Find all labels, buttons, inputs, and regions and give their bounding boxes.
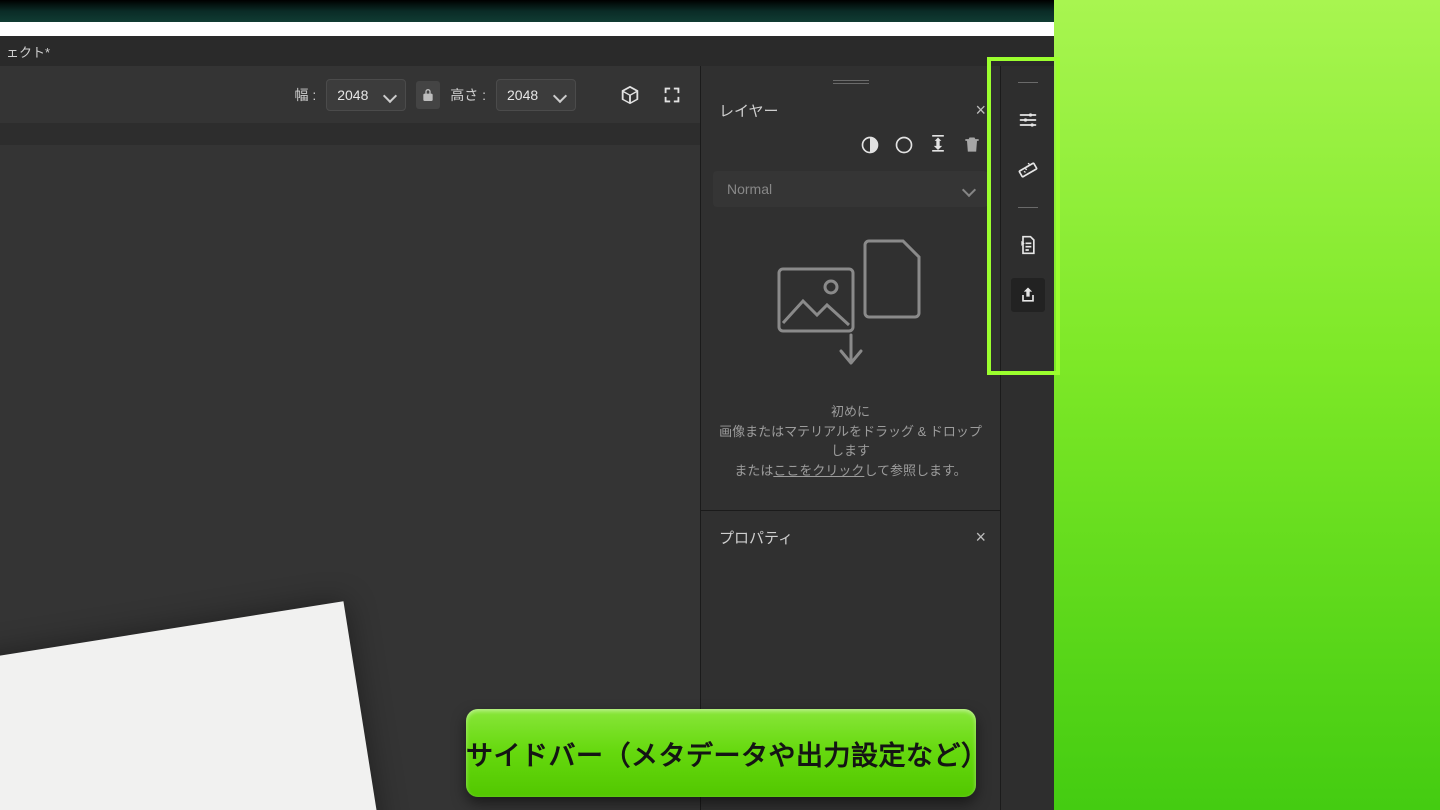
canvas-toolbar: 幅 : 2048 高さ : 2048 xyxy=(0,66,700,123)
width-select[interactable]: 2048 xyxy=(326,79,406,111)
arrow-down-icon xyxy=(836,333,866,374)
height-value: 2048 xyxy=(507,87,538,103)
export-settings-button[interactable] xyxy=(1011,278,1045,312)
window-topstrip xyxy=(0,0,1054,22)
dropzone-browse-link[interactable]: ここをクリック xyxy=(773,463,864,478)
layers-dropzone[interactable]: 初めに 画像またはマテリアルをドラッグ & ドロップします またはここをクリック… xyxy=(701,213,1000,506)
metadata-button[interactable] xyxy=(1011,228,1045,262)
annotation-caption: サイドバー（メタデータや出力設定など） xyxy=(466,709,976,797)
blend-mode-select[interactable]: Normal xyxy=(713,171,988,207)
window-titlebar xyxy=(0,22,1054,36)
blend-mode-value: Normal xyxy=(727,181,772,197)
properties-panel-header: プロパティ × xyxy=(701,511,1000,556)
export-icon[interactable] xyxy=(928,135,948,155)
layer-actions-row xyxy=(701,129,1000,165)
height-label: 高さ : xyxy=(450,85,486,105)
annotation-caption-text: サイドバー（メタデータや出力設定など） xyxy=(466,734,976,773)
dropzone-text: 初めに 画像またはマテリアルをドラッグ & ドロップします またはここをクリック… xyxy=(719,402,982,480)
chevron-down-icon xyxy=(385,90,395,100)
rail-divider xyxy=(1018,207,1038,208)
dropzone-line-1: 初めに xyxy=(719,402,982,422)
app-window: ェクト* 幅 : 2048 高さ : 2048 xyxy=(0,22,1054,810)
close-icon[interactable]: × xyxy=(975,100,986,121)
right-rail xyxy=(1000,66,1054,810)
mask-icon[interactable] xyxy=(894,135,914,155)
properties-panel-title: プロパティ xyxy=(719,527,793,548)
fullscreen-button[interactable] xyxy=(656,79,688,111)
rail-divider xyxy=(1018,82,1038,83)
background-gradient xyxy=(1054,0,1440,810)
settings-sliders-button[interactable] xyxy=(1011,103,1045,137)
dropzone-line-2: 画像またはマテリアルをドラッグ & ドロップします xyxy=(719,422,982,461)
ruler-button[interactable] xyxy=(1011,153,1045,187)
canvas-viewport[interactable] xyxy=(0,123,700,810)
side-panels: レイヤー × Normal xyxy=(700,66,1000,810)
document-icon xyxy=(863,239,925,319)
document-tab[interactable]: ェクト* xyxy=(0,42,62,61)
dropzone-line-3b: して参照します。 xyxy=(864,463,966,478)
contrast-icon[interactable] xyxy=(860,135,880,155)
document-tabbar: ェクト* xyxy=(0,36,1054,66)
document-plane xyxy=(0,601,431,810)
chevron-down-icon xyxy=(964,184,974,194)
dropzone-line-3a: または xyxy=(734,463,773,478)
image-icon xyxy=(777,267,855,333)
height-select[interactable]: 2048 xyxy=(496,79,576,111)
width-label: 幅 : xyxy=(294,85,316,105)
lock-aspect-button[interactable] xyxy=(416,81,440,109)
layers-panel-header: レイヤー × xyxy=(701,84,1000,129)
chevron-down-icon xyxy=(555,90,565,100)
close-icon[interactable]: × xyxy=(975,527,986,548)
layers-panel-title: レイヤー xyxy=(719,100,779,121)
width-value: 2048 xyxy=(337,87,368,103)
cube-tool-button[interactable] xyxy=(614,79,646,111)
trash-icon[interactable] xyxy=(962,135,982,155)
